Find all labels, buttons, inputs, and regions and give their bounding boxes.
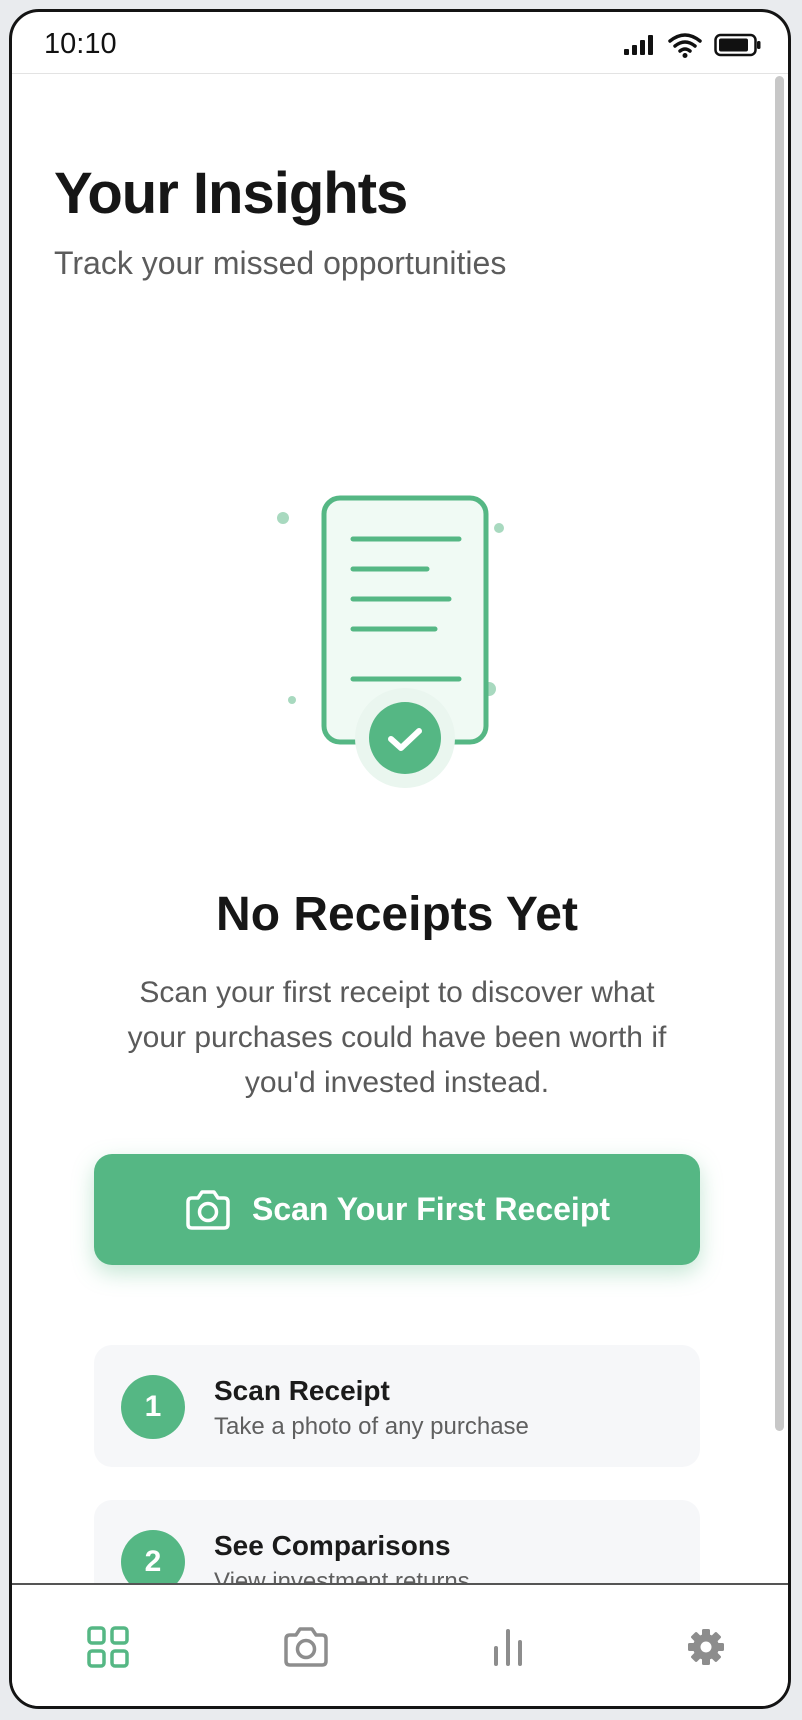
- gear-icon: [688, 1629, 724, 1665]
- bar-chart-icon: [494, 1629, 522, 1666]
- camera-icon: [186, 1189, 230, 1230]
- page-subtitle: Track your missed opportunities: [54, 245, 507, 281]
- status-time: 10:10: [44, 28, 117, 60]
- step-title: Scan Receipt: [214, 1375, 390, 1406]
- grid-icon: [87, 1626, 129, 1668]
- scrollbar[interactable]: [775, 76, 784, 1431]
- scan-first-receipt-label: Scan Your First Receipt: [251, 1191, 611, 1227]
- status-icons: [624, 32, 762, 58]
- step-title: See Comparisons: [214, 1530, 451, 1561]
- battery-icon: [714, 33, 761, 57]
- tab-analytics[interactable]: [484, 1623, 532, 1671]
- wifi-icon: [668, 33, 702, 58]
- step-card-scan-receipt: 1 Scan Receipt Take a photo of any purch…: [94, 1345, 700, 1467]
- signal-icon: [624, 35, 653, 55]
- tab-settings[interactable]: [682, 1623, 730, 1671]
- status-bar: 10:10: [12, 12, 788, 74]
- receipt-illustration: [277, 495, 504, 788]
- empty-state-title: No Receipts Yet: [216, 888, 578, 941]
- scan-first-receipt-button[interactable]: Scan Your First Receipt: [94, 1154, 700, 1265]
- camera-icon: [284, 1627, 328, 1667]
- tab-scan[interactable]: [282, 1623, 330, 1671]
- phone-frame: 10:10 Your Insights Track your missed op…: [9, 9, 791, 1709]
- tab-dashboard[interactable]: [84, 1623, 132, 1671]
- page-title: Your Insights: [54, 161, 408, 226]
- empty-state-description: Scan your first receipt to discover what…: [127, 976, 667, 1099]
- step-number-badge: 1: [121, 1375, 185, 1439]
- bottom-tab-bar: [12, 1583, 788, 1706]
- step-subtitle: Take a photo of any purchase: [214, 1413, 529, 1440]
